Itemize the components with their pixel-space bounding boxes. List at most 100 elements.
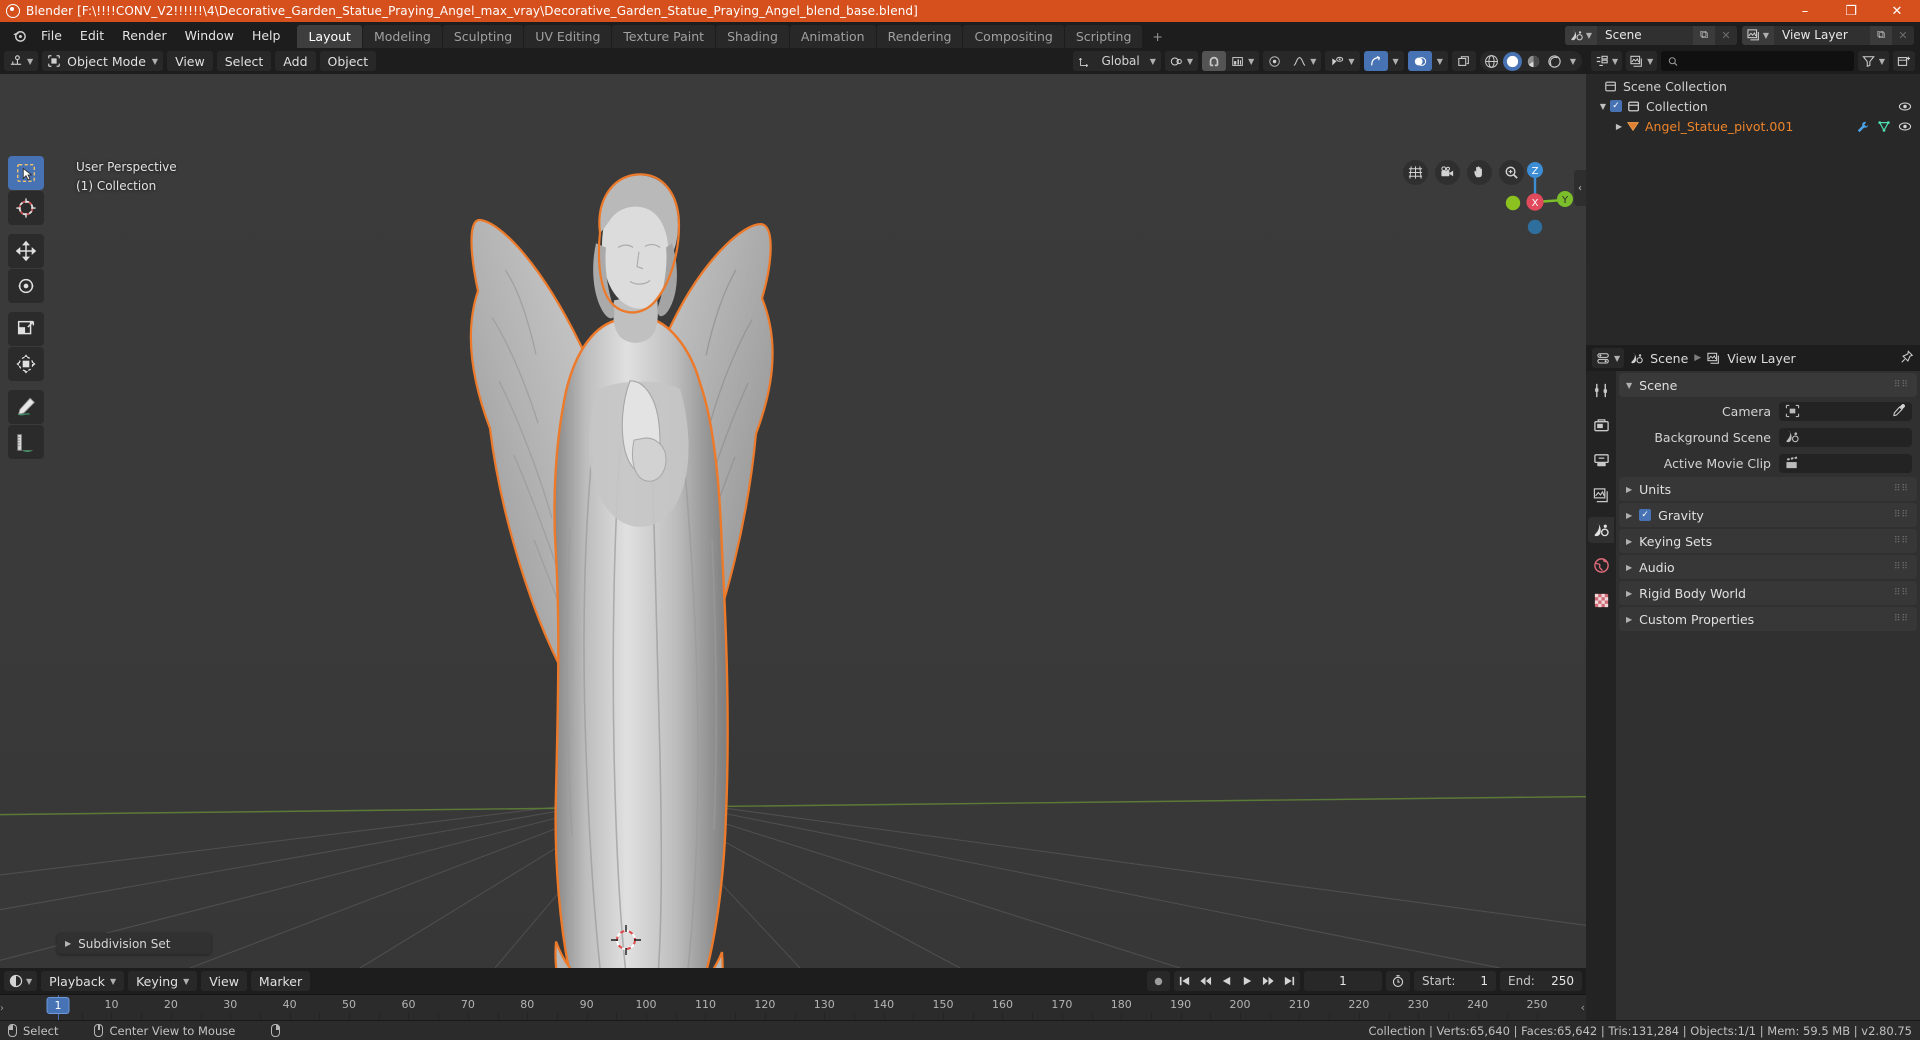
scene-selector[interactable]: ▼ Scene ⧉ ✕	[1565, 25, 1737, 45]
timeline-menu-marker[interactable]: Marker	[250, 971, 311, 991]
unlink-scene-button[interactable]: ✕	[1715, 25, 1737, 45]
xray-group[interactable]	[1451, 51, 1476, 71]
overlays-dropdown-icon[interactable]: ▼	[1432, 51, 1448, 71]
view-layer-name[interactable]: View Layer	[1774, 25, 1870, 45]
modifier-wrench-icon[interactable]	[1856, 120, 1870, 133]
breadcrumb-view-layer[interactable]: View Layer	[1727, 351, 1796, 366]
collection-disclosure-icon[interactable]: ▼	[1596, 102, 1610, 111]
timeline-scroll-left-icon[interactable]: ›	[0, 1003, 4, 1014]
panel-units-header[interactable]: ▶ Units ⠿⠿	[1619, 477, 1917, 501]
visibility-selector[interactable]: ▼	[1325, 51, 1360, 71]
tab-rendering[interactable]: Rendering	[876, 25, 963, 48]
viewport-menu-object[interactable]: Object	[319, 51, 377, 71]
auto-keying-icon[interactable]	[1386, 971, 1410, 991]
panel-scene-header[interactable]: ▼ Scene ⠿⠿	[1619, 373, 1917, 397]
collection-checkbox[interactable]: ✓	[1610, 100, 1622, 112]
tab-scripting[interactable]: Scripting	[1064, 25, 1143, 48]
properties-editor-type-icon[interactable]: ▼	[1592, 348, 1625, 368]
select-box-tool[interactable]	[8, 156, 44, 190]
measure-tool[interactable]	[8, 425, 44, 459]
close-button[interactable]: ✕	[1874, 0, 1920, 22]
menu-render[interactable]: Render	[113, 22, 176, 48]
current-frame-field[interactable]: 1	[1304, 971, 1382, 991]
outliner-search-field[interactable]	[1684, 54, 1847, 68]
panel-audio-disclosure-icon[interactable]: ▶	[1626, 563, 1632, 572]
timeline-menu-playback[interactable]: Playback ▼	[41, 971, 125, 991]
new-collection-icon[interactable]	[1893, 51, 1915, 71]
filter-icon[interactable]: ▼	[1857, 51, 1889, 71]
view-layer-selector[interactable]: ▼ View Layer ⧉ ✕	[1742, 25, 1914, 45]
pin-icon[interactable]	[1900, 349, 1914, 368]
outliner-row-object[interactable]: ▶ Angel_Statue_pivot.001	[1586, 116, 1920, 136]
panel-units-disclosure-icon[interactable]: ▶	[1626, 485, 1632, 494]
tab-layout[interactable]: Layout	[297, 25, 362, 48]
tab-scene[interactable]	[1588, 517, 1614, 543]
breadcrumb-scene[interactable]: Scene	[1650, 351, 1688, 366]
maximize-button[interactable]: ❐	[1828, 0, 1874, 22]
expand-operator-icon[interactable]: ▶	[65, 939, 71, 948]
outliner-editor-type-icon[interactable]: ▼	[1591, 51, 1623, 71]
tab-uv-editing[interactable]: UV Editing	[524, 25, 612, 48]
field-background-scene[interactable]	[1779, 427, 1912, 447]
next-keyframe-button[interactable]	[1258, 971, 1279, 991]
jump-to-end-button[interactable]	[1279, 971, 1300, 991]
new-scene-button[interactable]: ⧉	[1693, 25, 1715, 45]
pivot-point-selector[interactable]: ▼	[1164, 51, 1199, 71]
new-view-layer-button[interactable]: ⧉	[1870, 25, 1892, 45]
object-disclosure-icon[interactable]: ▶	[1612, 122, 1626, 131]
move-tool[interactable]	[8, 234, 44, 268]
panel-rigid-body-world-header[interactable]: ▶ Rigid Body World ⠿⠿	[1619, 581, 1917, 605]
falloff-curve-icon[interactable]: ▼	[1287, 51, 1321, 71]
end-frame-field[interactable]: End: 250	[1500, 971, 1582, 991]
tab-texture[interactable]	[1588, 587, 1614, 613]
play-reverse-button[interactable]	[1216, 971, 1237, 991]
menu-help[interactable]: Help	[243, 22, 290, 48]
orientation-dropdown-icon[interactable]: ▼	[1145, 51, 1161, 71]
timeline-editor-icon[interactable]: ▼	[4, 971, 37, 991]
view-layer-datablock-icon[interactable]: ▼	[1742, 25, 1774, 45]
outliner-tree[interactable]: Scene Collection ▼ ✓ Collection ▶ Angel_…	[1586, 74, 1920, 345]
viewport-menu-select[interactable]: Select	[216, 51, 272, 71]
sidebar-toggle-arrow[interactable]: ‹	[1574, 170, 1586, 206]
overlays-icon[interactable]	[1407, 51, 1432, 71]
timeline-ruler[interactable]: › ‹ 10 20 30 40 50 60 70 80 90 100 110 120 130 140 150…	[0, 994, 1586, 1020]
minimize-button[interactable]: –	[1782, 0, 1828, 22]
panel-audio-header[interactable]: ▶ Audio ⠿⠿	[1619, 555, 1917, 579]
proportional-edit-group[interactable]: ▼	[1263, 51, 1322, 71]
editor-type-selector[interactable]: ▼	[4, 51, 39, 71]
remove-view-layer-button[interactable]: ✕	[1892, 25, 1914, 45]
outliner-search-input[interactable]	[1661, 51, 1854, 71]
panel-scene-disclosure-icon[interactable]: ▼	[1626, 381, 1632, 390]
shading-material-preview-icon[interactable]	[1524, 52, 1543, 71]
viewport-menu-add[interactable]: Add	[275, 51, 316, 71]
tab-view-layer[interactable]	[1588, 482, 1614, 508]
navigation-axis-gizmo[interactable]: Z X Y	[1496, 156, 1574, 234]
blender-menu-icon[interactable]	[6, 22, 32, 48]
prev-keyframe-button[interactable]	[1195, 971, 1216, 991]
snapping-group[interactable]: ▼	[1202, 51, 1260, 71]
transform-tool[interactable]	[8, 347, 44, 381]
outliner-row-collection[interactable]: ▼ ✓ Collection	[1586, 96, 1920, 116]
tab-render[interactable]	[1588, 412, 1614, 438]
panel-custom-properties-header[interactable]: ▶ Custom Properties ⠿⠿	[1619, 607, 1917, 631]
eye-icon[interactable]	[1898, 121, 1912, 132]
tab-texture-paint[interactable]: Texture Paint	[612, 25, 716, 48]
shading-solid-icon[interactable]	[1502, 51, 1522, 71]
field-active-movie-clip[interactable]	[1779, 453, 1912, 473]
record-icon[interactable]	[1147, 971, 1170, 991]
panel-gravity-disclosure-icon[interactable]: ▶	[1626, 511, 1632, 520]
xray-icon[interactable]	[1452, 51, 1476, 71]
tab-sculpting[interactable]: Sculpting	[442, 25, 524, 48]
gravity-checkbox[interactable]: ✓	[1639, 509, 1652, 521]
play-button[interactable]	[1237, 971, 1258, 991]
tab-output[interactable]	[1588, 447, 1614, 473]
timeline-scroll-right-icon[interactable]: ‹	[1581, 1001, 1585, 1014]
panel-custom-properties-disclosure-icon[interactable]: ▶	[1626, 615, 1632, 624]
editor-type-icon[interactable]: ▼	[4, 51, 38, 71]
playhead[interactable]: 1	[46, 997, 70, 1014]
rotate-tool[interactable]	[8, 269, 44, 303]
field-camera[interactable]	[1779, 401, 1912, 421]
orientation-label[interactable]: Global	[1096, 51, 1144, 71]
timeline-menu-view[interactable]: View	[201, 971, 247, 991]
panel-keying-sets-header[interactable]: ▶ Keying Sets ⠿⠿	[1619, 529, 1917, 553]
